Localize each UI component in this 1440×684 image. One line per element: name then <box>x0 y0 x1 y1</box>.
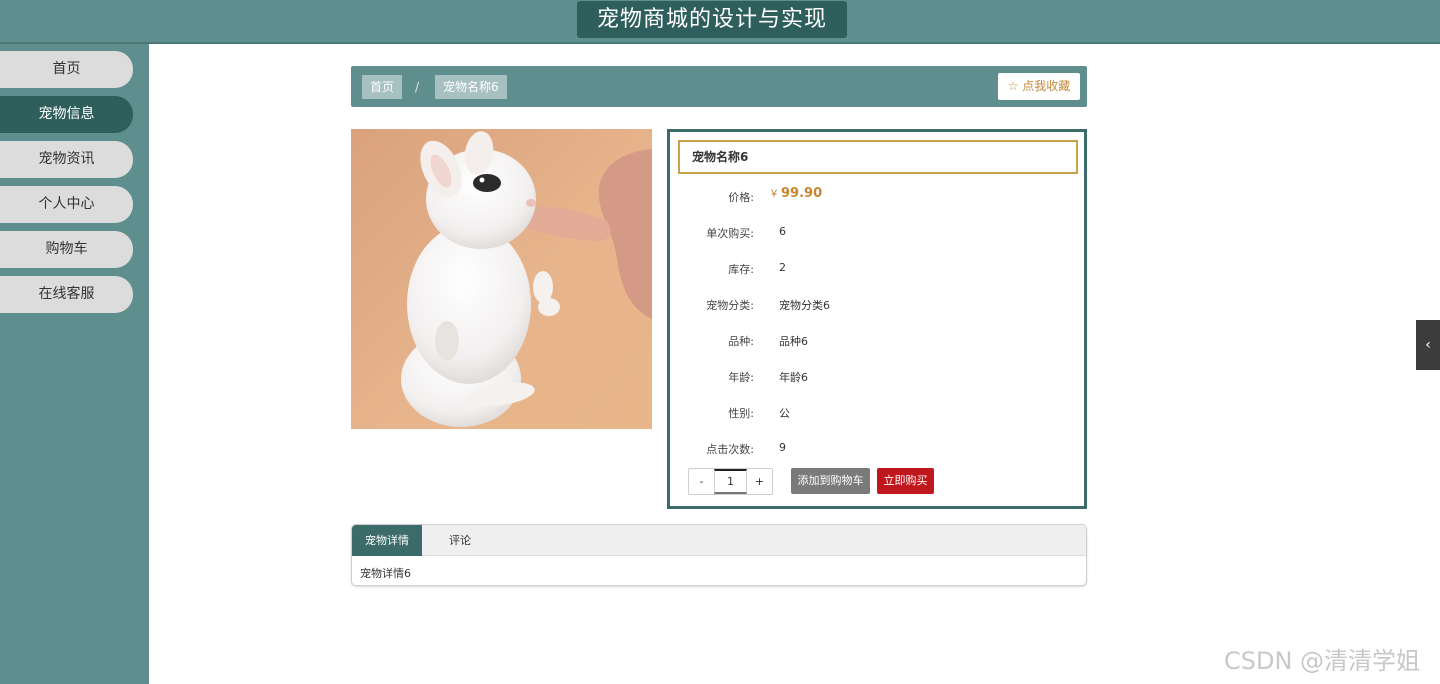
product-image <box>351 129 652 429</box>
click-count-value: 9 <box>779 441 786 454</box>
side-panel-toggle[interactable]: ‹ <box>1416 320 1440 370</box>
breadcrumb-separator: / <box>414 80 420 94</box>
quantity-increment-button[interactable]: + <box>747 469 772 494</box>
purchase-limit-label: 单次购买: <box>706 227 754 240</box>
sidebar-item-home[interactable]: 首页 <box>0 51 133 88</box>
detail-tabs: 宠物详情 评论 宠物详情6 <box>351 524 1087 586</box>
price-label: 价格: <box>728 191 754 204</box>
category-value: 宠物分类6 <box>779 299 830 312</box>
purchase-limit-value: 6 <box>779 225 786 238</box>
sidebar-item-pet-news[interactable]: 宠物资讯 <box>0 141 133 178</box>
price-amount: 99.90 <box>781 186 823 201</box>
tab-pet-details[interactable]: 宠物详情 <box>352 525 422 556</box>
sidebar: 首页 宠物信息 宠物资讯 个人中心 购物车 在线客服 <box>0 44 149 684</box>
sidebar-item-pet-info[interactable]: 宠物信息 <box>0 96 133 133</box>
favorite-button-label: ☆ 点我收藏 <box>1007 79 1071 93</box>
tab-strip: 宠物详情 评论 <box>352 525 1086 556</box>
breadcrumb-current: 宠物名称6 <box>435 75 507 99</box>
buy-now-button[interactable]: 立即购买 <box>877 468 934 494</box>
stock-label: 库存: <box>728 263 754 276</box>
top-header: 宠物商城的设计与实现 <box>0 0 1440 44</box>
age-label: 年龄: <box>728 371 754 384</box>
age-value: 年龄6 <box>779 371 808 384</box>
product-detail-panel: 宠物名称6 价格: ￥ 99.90 单次购买: 6 库存: 2 宠物分类: 宠物分… <box>667 129 1087 509</box>
quantity-decrement-button[interactable]: - <box>689 469 714 494</box>
category-label: 宠物分类: <box>706 299 754 312</box>
currency-symbol: ￥ <box>769 189 779 200</box>
sidebar-item-customer-service[interactable]: 在线客服 <box>0 276 133 313</box>
product-name: 宠物名称6 <box>678 140 1078 174</box>
breed-value: 品种6 <box>779 335 808 348</box>
breadcrumb-home[interactable]: 首页 <box>362 75 403 99</box>
gender-value: 公 <box>779 407 790 420</box>
quantity-stepper: - + <box>688 468 773 495</box>
breed-label: 品种: <box>728 335 754 348</box>
stock-value: 2 <box>779 261 786 274</box>
watermark: CSDN @清清学姐 <box>1224 647 1421 675</box>
add-to-cart-button[interactable]: 添加到购物车 <box>791 468 870 494</box>
price-value: ￥ 99.90 <box>769 185 822 201</box>
quantity-input[interactable] <box>714 469 747 494</box>
tab-comments[interactable]: 评论 <box>434 525 486 556</box>
site-title: 宠物商城的设计与实现 <box>577 1 847 38</box>
sidebar-item-cart[interactable]: 购物车 <box>0 231 133 268</box>
tab-content: 宠物详情6 <box>360 567 411 580</box>
breadcrumb: 首页 / 宠物名称6 ☆ 点我收藏 <box>351 66 1087 107</box>
gender-label: 性别: <box>728 407 754 420</box>
chevron-left-icon: ‹ <box>1425 337 1431 353</box>
sidebar-item-personal-center[interactable]: 个人中心 <box>0 186 133 223</box>
favorite-button[interactable]: ☆ 点我收藏 <box>998 73 1080 100</box>
click-count-label: 点击次数: <box>706 443 754 456</box>
